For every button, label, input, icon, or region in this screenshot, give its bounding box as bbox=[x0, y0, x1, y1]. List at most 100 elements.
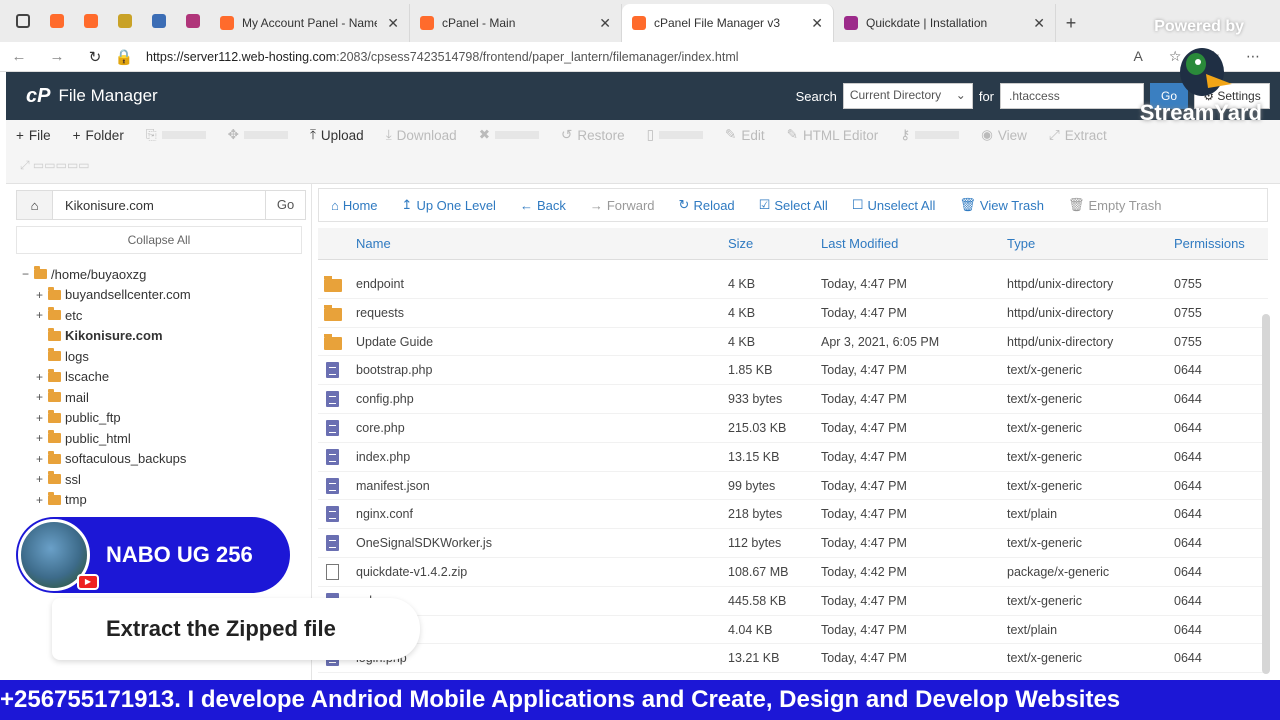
read-aloud-icon[interactable]: A bbox=[1134, 48, 1143, 65]
expand-toggle-icon[interactable]: + bbox=[36, 308, 48, 322]
table-row[interactable]: OneSignalSDKWorker.js 112 bytes Today, 4:4… bbox=[318, 529, 1268, 558]
nav-forward-button[interactable]: → Forward bbox=[590, 198, 655, 213]
file-name[interactable]: quickdate-v1.4.2.zip bbox=[356, 565, 467, 579]
table-row[interactable]: config.php 933 bytes Today, 4:47 PM text/x-… bbox=[318, 385, 1268, 414]
file-name[interactable]: config.php bbox=[356, 392, 414, 406]
tree-item[interactable]: + public_ftp bbox=[22, 408, 191, 429]
toolbar-rename-button[interactable]: ▯ bbox=[647, 127, 704, 143]
nav-home-button[interactable]: ⌂ Home bbox=[331, 198, 378, 213]
close-icon[interactable]: ✕ bbox=[801, 15, 823, 32]
table-row[interactable]: 4.04 KB Today, 4:47 PM text/plain 0644 bbox=[318, 616, 1268, 645]
expand-toggle-icon[interactable]: + bbox=[36, 493, 48, 507]
toolbar-restore-button[interactable]: ↺ Restore bbox=[561, 127, 625, 143]
tree-item[interactable]: + lscache bbox=[22, 367, 191, 388]
nav-reload-button[interactable]: ↻ Reload bbox=[679, 197, 735, 213]
more-menu-icon[interactable]: ⋯ bbox=[1246, 48, 1260, 65]
file-name[interactable]: index.php bbox=[356, 450, 410, 464]
toolbar-copy-button[interactable]: ⎘ bbox=[146, 127, 206, 143]
pinned-tab-cpanel[interactable] bbox=[74, 0, 108, 42]
col-size[interactable]: Size bbox=[728, 236, 753, 251]
table-row[interactable]: sql445.58 KBToday, 4:47 PMtext/x-generic… bbox=[318, 587, 1268, 616]
col-type[interactable]: Type bbox=[1007, 236, 1035, 251]
nav-select-all-button[interactable]: ☑ Select All bbox=[759, 197, 828, 213]
table-row[interactable]: requests 4 KB Today, 4:47 PM httpd/unix-dir… bbox=[318, 299, 1268, 328]
tree-item[interactable]: logs bbox=[22, 346, 191, 367]
nav-unselect-all-button[interactable]: ☐ Unselect All bbox=[852, 197, 936, 213]
table-row[interactable]: quickdate-v1.4.2.zip 108.67 MB Today, 4:42… bbox=[318, 558, 1268, 587]
browser-tab[interactable]: cPanel File Manager v3 ✕ bbox=[622, 4, 834, 42]
new-tab-button[interactable]: + bbox=[1056, 4, 1086, 42]
tree-item[interactable]: + mail bbox=[22, 387, 191, 408]
nav-trash-button[interactable]: 🗑 View Trash bbox=[959, 197, 1044, 213]
table-row[interactable]: index.php 13.15 KB Today, 4:47 PM text/x-ge… bbox=[318, 443, 1268, 472]
close-icon[interactable]: ✕ bbox=[1023, 15, 1045, 32]
expand-toggle-icon[interactable]: − bbox=[22, 267, 34, 281]
expand-toggle-icon[interactable]: + bbox=[36, 472, 48, 486]
close-icon[interactable]: ✕ bbox=[377, 15, 399, 32]
col-permissions[interactable]: Permissions bbox=[1174, 236, 1245, 251]
pinned-tab-money[interactable] bbox=[108, 0, 142, 42]
table-row[interactable]: core.php 215.03 KB Today, 4:47 PM text/x-ge… bbox=[318, 414, 1268, 443]
lock-icon[interactable]: 🔒 bbox=[114, 48, 134, 66]
expand-toggle-icon[interactable]: + bbox=[36, 431, 48, 445]
browser-tab[interactable]: cPanel - Main ✕ bbox=[410, 4, 622, 42]
close-icon[interactable]: ✕ bbox=[589, 15, 611, 32]
pinned-tab-chart[interactable] bbox=[176, 0, 210, 42]
tab-actions-icon[interactable] bbox=[6, 0, 40, 42]
tree-item[interactable]: + public_html bbox=[22, 428, 191, 449]
path-input[interactable]: Kikonisure.com bbox=[53, 198, 265, 213]
expand-toggle-icon[interactable]: + bbox=[36, 452, 48, 466]
file-name[interactable]: core.php bbox=[356, 421, 405, 435]
tree-item[interactable]: Kikonisure.com bbox=[22, 326, 191, 347]
tree-item[interactable]: + ssl bbox=[22, 469, 191, 490]
pinned-tab-namecheap[interactable] bbox=[40, 0, 74, 42]
refresh-icon[interactable]: ↻ bbox=[76, 48, 114, 66]
expand-toggle-icon[interactable]: + bbox=[36, 370, 48, 384]
url-field[interactable]: https://server112.web-hosting.com:2083/c… bbox=[146, 50, 739, 64]
table-row[interactable]: nginx.conf 218 bytes Today, 4:47 PM text/pl… bbox=[318, 500, 1268, 530]
file-name[interactable]: OneSignalSDKWorker.js bbox=[356, 536, 492, 550]
toolbar-plus-button[interactable]: + Folder bbox=[73, 127, 124, 143]
toolbar-permissions-button[interactable]: ⚷ bbox=[900, 127, 960, 143]
table-row[interactable]: Update Guide 4 KB Apr 3, 2021, 6:05 PM http… bbox=[318, 328, 1268, 357]
tree-item[interactable]: + buyandsellcenter.com bbox=[22, 285, 191, 306]
file-name[interactable]: manifest.json bbox=[356, 479, 430, 493]
table-row[interactable]: bootstrap.php 1.85 KB Today, 4:47 PM text/x… bbox=[318, 356, 1268, 386]
scrollbar[interactable] bbox=[1262, 314, 1270, 674]
table-row[interactable]: manifest.json 99 bytes Today, 4:47 PM text/… bbox=[318, 472, 1268, 501]
expand-toggle-icon[interactable]: + bbox=[36, 411, 48, 425]
file-name[interactable]: bootstrap.php bbox=[356, 363, 432, 377]
toolbar-delete-button[interactable]: ✖ bbox=[479, 127, 540, 143]
expand-toggle-icon[interactable]: + bbox=[36, 288, 48, 302]
toolbar-html-editor-button[interactable]: ✎ HTML Editor bbox=[787, 127, 879, 143]
nav-empty-trash-button[interactable]: 🗑 Empty Trash bbox=[1068, 197, 1161, 213]
search-scope-select[interactable]: Current Directory ⌄ bbox=[842, 83, 973, 109]
tree-item[interactable]: − /home/buyaoxzg bbox=[22, 264, 191, 285]
search-input[interactable]: .htaccess bbox=[1000, 83, 1144, 109]
toolbar-plus-button[interactable]: + File bbox=[16, 127, 51, 143]
toolbar-upload-button[interactable]: ⤒ Upload bbox=[310, 127, 364, 143]
file-name[interactable]: nginx.conf bbox=[356, 507, 413, 521]
home-icon[interactable]: ⌂ bbox=[17, 191, 53, 219]
toolbar-move-button[interactable]: ✥ bbox=[228, 127, 288, 143]
file-name[interactable]: requests bbox=[356, 306, 404, 320]
col-last-modified[interactable]: Last Modified bbox=[821, 236, 898, 251]
col-name[interactable]: Name bbox=[356, 236, 391, 251]
table-row[interactable]: endpoint 4 KB Today, 4:47 PM httpd/unix-dir… bbox=[318, 270, 1268, 299]
collapse-all-button[interactable]: Collapse All bbox=[16, 226, 302, 254]
table-row[interactable]: login.php13.21 KBToday, 4:47 PMtext/x-ge… bbox=[318, 644, 1268, 674]
file-name[interactable]: endpoint bbox=[356, 277, 404, 291]
pinned-tab-shield[interactable] bbox=[142, 0, 176, 42]
nav-up-level-button[interactable]: ↥ Up One Level bbox=[402, 197, 496, 213]
expand-toggle-icon[interactable]: + bbox=[36, 390, 48, 404]
file-name[interactable]: Update Guide bbox=[356, 335, 433, 349]
tree-item[interactable]: + tmp bbox=[22, 490, 191, 511]
browser-tab[interactable]: Quickdate | Installation ✕ bbox=[834, 4, 1056, 42]
tree-item[interactable]: + softaculous_backups bbox=[22, 449, 191, 470]
browser-tab[interactable]: My Account Panel - Namecheap✕ bbox=[210, 4, 410, 42]
nav-back-button[interactable]: ← Back bbox=[520, 198, 566, 213]
toolbar-edit-button[interactable]: ✎ Edit bbox=[725, 127, 765, 143]
tree-item[interactable]: + etc bbox=[22, 305, 191, 326]
browser-forward-icon[interactable]: → bbox=[38, 48, 76, 65]
browser-back-icon[interactable]: ← bbox=[0, 48, 38, 65]
